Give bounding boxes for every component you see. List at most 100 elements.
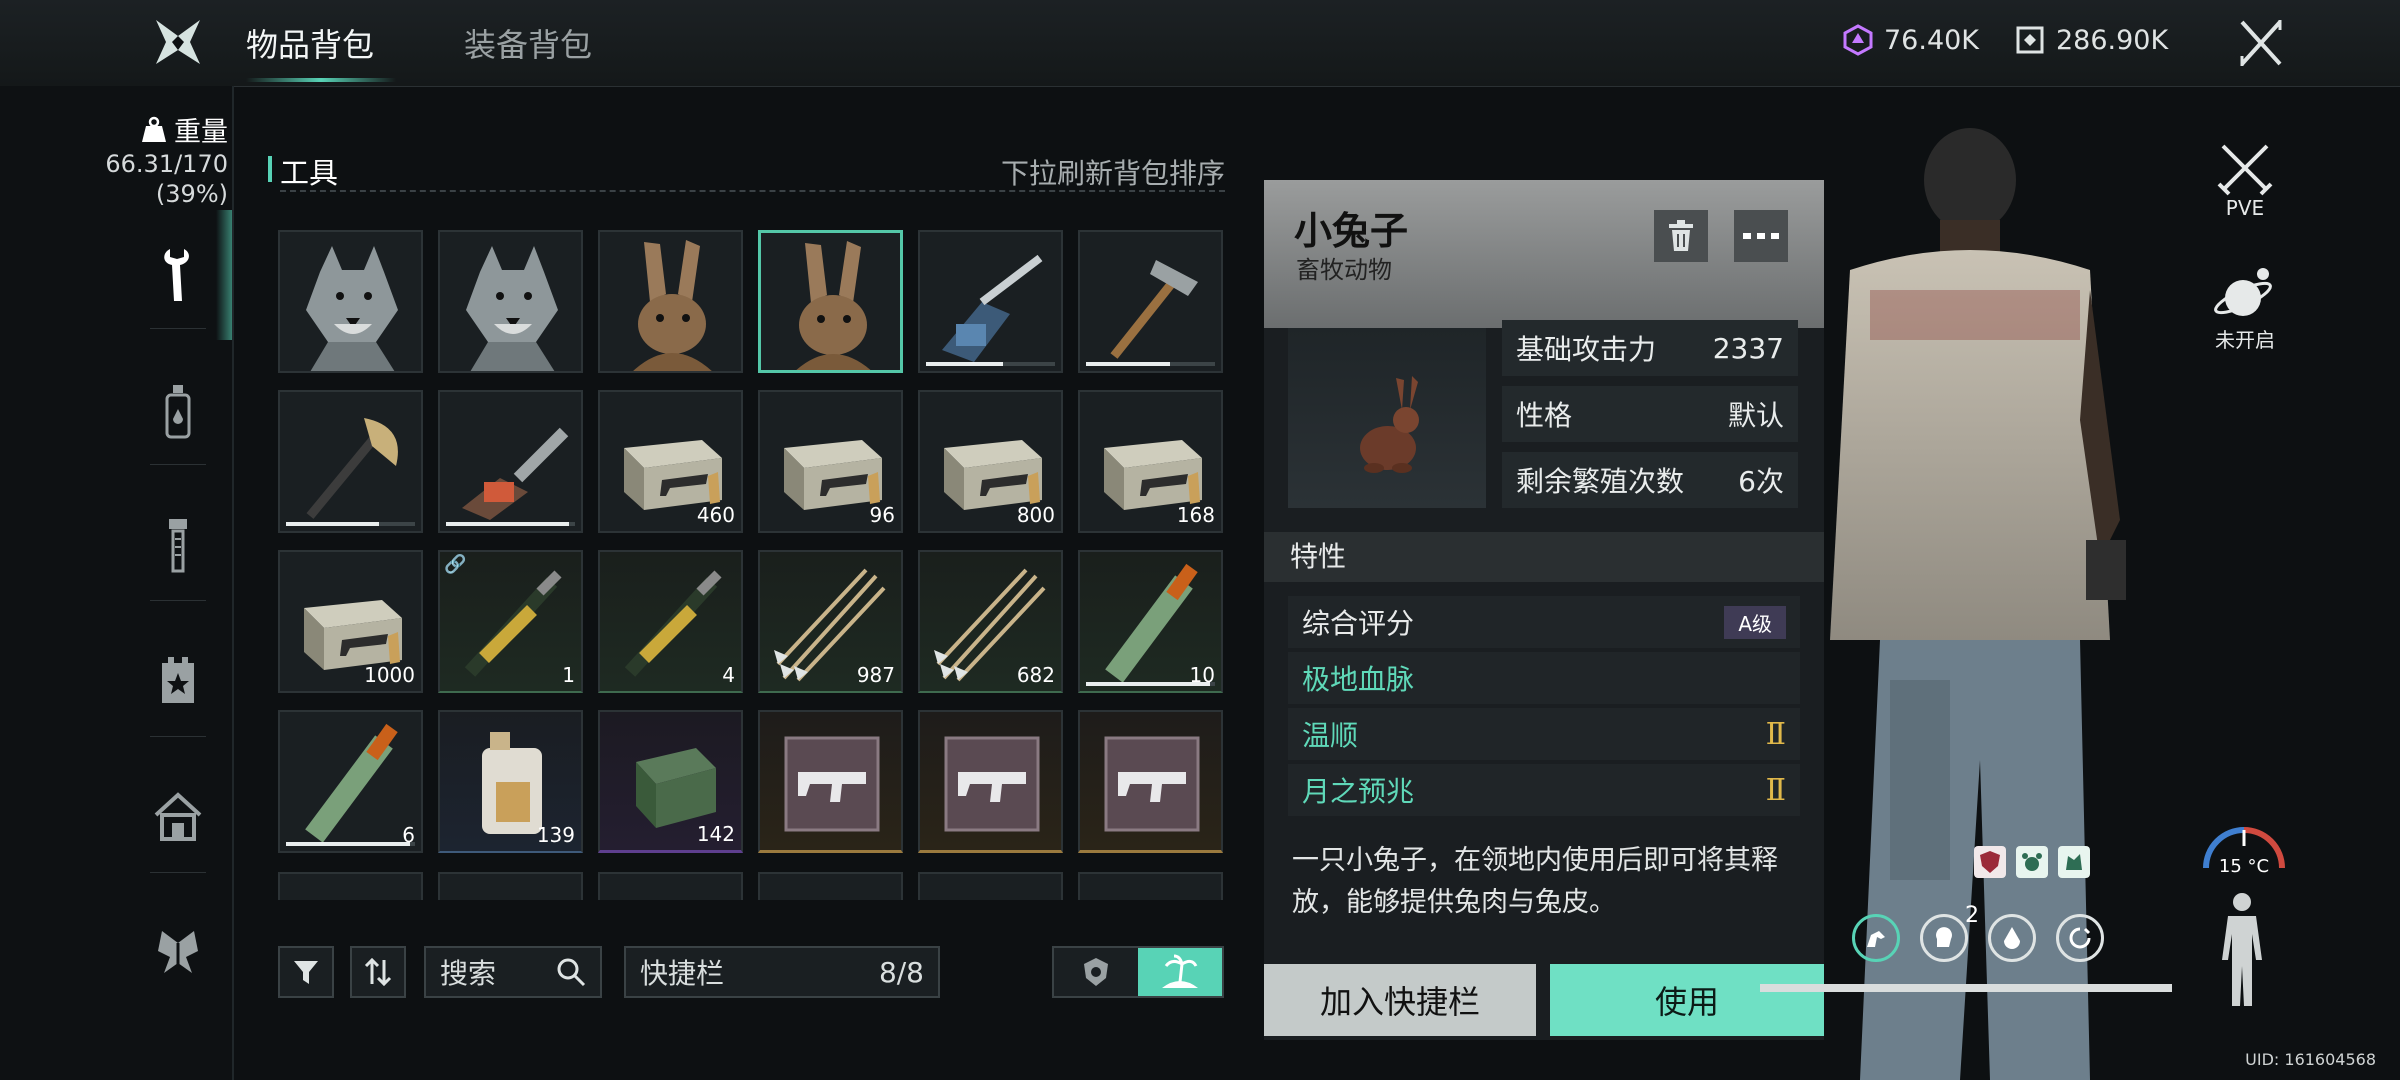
planet-button[interactable]: 未开启 (2190, 264, 2300, 353)
user-id: UID: 161604568 (2245, 1050, 2376, 1069)
inventory-slot-rockets[interactable]: 4 (598, 550, 743, 693)
quickbar-count: 8/8 (878, 955, 924, 989)
search-placeholder: 搜索 (440, 957, 497, 990)
inventory-slot-battery[interactable]: 142 (598, 710, 743, 853)
sort-button[interactable] (350, 946, 406, 998)
use-button[interactable]: 使用 (1550, 964, 1824, 1036)
item-count: 460 (696, 503, 735, 527)
chainsaw-icon (462, 427, 569, 520)
inventory-slot-ammo-crate[interactable]: 460 (598, 390, 743, 533)
category-marker (268, 156, 272, 182)
trait-label: 温顺 (1302, 719, 1359, 752)
toggle-island[interactable] (1138, 948, 1222, 996)
pet-buff-icon[interactable] (2016, 846, 2048, 878)
trait-row[interactable]: 温顺 Ⅱ (1288, 708, 1800, 760)
delete-button[interactable] (1654, 210, 1708, 262)
filter-button[interactable] (278, 946, 334, 998)
nav-special[interactable] (148, 646, 208, 716)
trait-level: Ⅱ (1765, 716, 1786, 752)
inventory-slot-hammer[interactable] (1078, 230, 1223, 373)
inventory-slot-arrows[interactable]: 682 (918, 550, 1063, 693)
inventory-slot-ammo-crate[interactable]: 168 (1078, 390, 1223, 533)
stat-label: 性格 (1516, 399, 1573, 432)
bottle-icon (165, 385, 191, 439)
divider (232, 86, 234, 1080)
inventory-slot-wolf[interactable] (278, 230, 423, 373)
item-count: 4 (722, 663, 735, 687)
house-icon (154, 792, 202, 841)
inventory-slot-fuel-jug[interactable]: 139 (438, 710, 583, 853)
item-count: 96 (869, 503, 895, 527)
grade-badge: A级 (1724, 605, 1786, 639)
right-side-panel: PVE 未开启 (2190, 140, 2300, 353)
badge-icon (1084, 958, 1108, 986)
more-options-button[interactable] (1734, 210, 1788, 262)
search-input[interactable]: 搜索 (424, 946, 602, 998)
nav-materials[interactable] (148, 510, 208, 580)
tab-equipment-backpack[interactable]: 装备背包 (464, 20, 592, 66)
inventory-slot-smg-blueprint[interactable] (918, 710, 1063, 853)
category-title: 工具 (280, 156, 339, 190)
quickbar-button[interactable]: 快捷栏 8/8 (624, 946, 940, 998)
shield-buff-icon[interactable] (1974, 846, 2006, 878)
toggle-police[interactable] (1054, 948, 1138, 996)
inventory-slot-axe[interactable] (278, 390, 423, 533)
inventory-slot-ammo-crate[interactable]: 1000 (278, 550, 423, 693)
item-count: 800 (1016, 503, 1055, 527)
item-count: 987 (856, 663, 895, 687)
close-icon[interactable] (2236, 16, 2286, 70)
nav-consumables[interactable] (148, 376, 208, 446)
hydration-icon[interactable] (1988, 914, 2036, 962)
mind-icon[interactable]: 2 (1920, 903, 1979, 962)
temperature-value: 15 °C (2218, 856, 2270, 877)
inventory-slot-welder[interactable] (918, 230, 1063, 373)
inventory-slot-smg-blueprint[interactable] (1078, 710, 1223, 853)
stat-value: 默认 (1727, 399, 1784, 432)
tab-item-backpack[interactable]: 物品背包 (246, 20, 374, 66)
currency-a: 76.40K (1842, 24, 1979, 56)
stat-row: 剩余繁殖次数 6次 (1502, 452, 1798, 508)
health-bar (1760, 984, 2172, 992)
traits-heading: 特性 (1264, 532, 1824, 582)
inventory-slot-ammo-crate[interactable]: 96 (758, 390, 903, 533)
inventory-slot-arrows[interactable]: 987 (758, 550, 903, 693)
stat-label: 基础攻击力 (1516, 333, 1657, 366)
item-type: 畜牧动物 (1296, 256, 1392, 284)
storage-toggle[interactable] (1052, 946, 1224, 998)
rabbit-icon (633, 240, 712, 371)
hunger-icon[interactable] (2056, 914, 2104, 962)
inventory-slot-rabbit[interactable] (598, 230, 743, 373)
trait-row[interactable]: 月之预兆 Ⅱ (1288, 764, 1800, 816)
pve-button[interactable]: PVE (2190, 140, 2300, 220)
quickbar-label: 快捷栏 (640, 957, 725, 990)
nav-tools[interactable] (148, 240, 208, 310)
nav-pets[interactable] (148, 918, 208, 988)
inventory-slot-ammo-crate[interactable]: 800 (918, 390, 1063, 533)
weight-label: 重量 (174, 117, 228, 148)
inventory-slot-flare[interactable]: 10 (1078, 550, 1223, 693)
inventory-slot-wolf[interactable] (438, 230, 583, 373)
inventory-slot-chainsaw[interactable] (438, 390, 583, 533)
inventory-slot-flare[interactable]: 6 (278, 710, 423, 853)
trash-icon (1669, 220, 1693, 251)
inventory-slot-smg-blueprint[interactable] (758, 710, 903, 853)
item-count: 682 (1016, 663, 1055, 687)
nav-building[interactable] (148, 782, 208, 852)
dog-buff-icon[interactable] (2058, 846, 2090, 878)
inventory-slot-rabbit[interactable] (758, 230, 903, 373)
crossed-swords-icon (2217, 144, 2273, 196)
currency-b-value: 286.90K (2056, 24, 2169, 56)
inventory-slot-rockets[interactable]: 1 🔗 (438, 550, 583, 693)
weight-percent: (39%) (155, 180, 228, 208)
trait-row[interactable]: 极地血脉 (1288, 652, 1800, 704)
pve-label: PVE (2225, 196, 2265, 220)
crystal-currency-icon (1843, 24, 1873, 56)
add-to-quickbar-button[interactable]: 加入快捷栏 (1264, 964, 1536, 1036)
item-name: 小兔子 (1294, 209, 1409, 253)
strength-icon[interactable] (1852, 914, 1900, 962)
wolf-icon (306, 246, 398, 371)
link-icon: 🔗 (444, 554, 467, 575)
body-status-icon[interactable] (2216, 890, 2268, 1010)
durability-bar (926, 362, 1003, 366)
inventory-grid-overflow-row (278, 872, 1228, 900)
